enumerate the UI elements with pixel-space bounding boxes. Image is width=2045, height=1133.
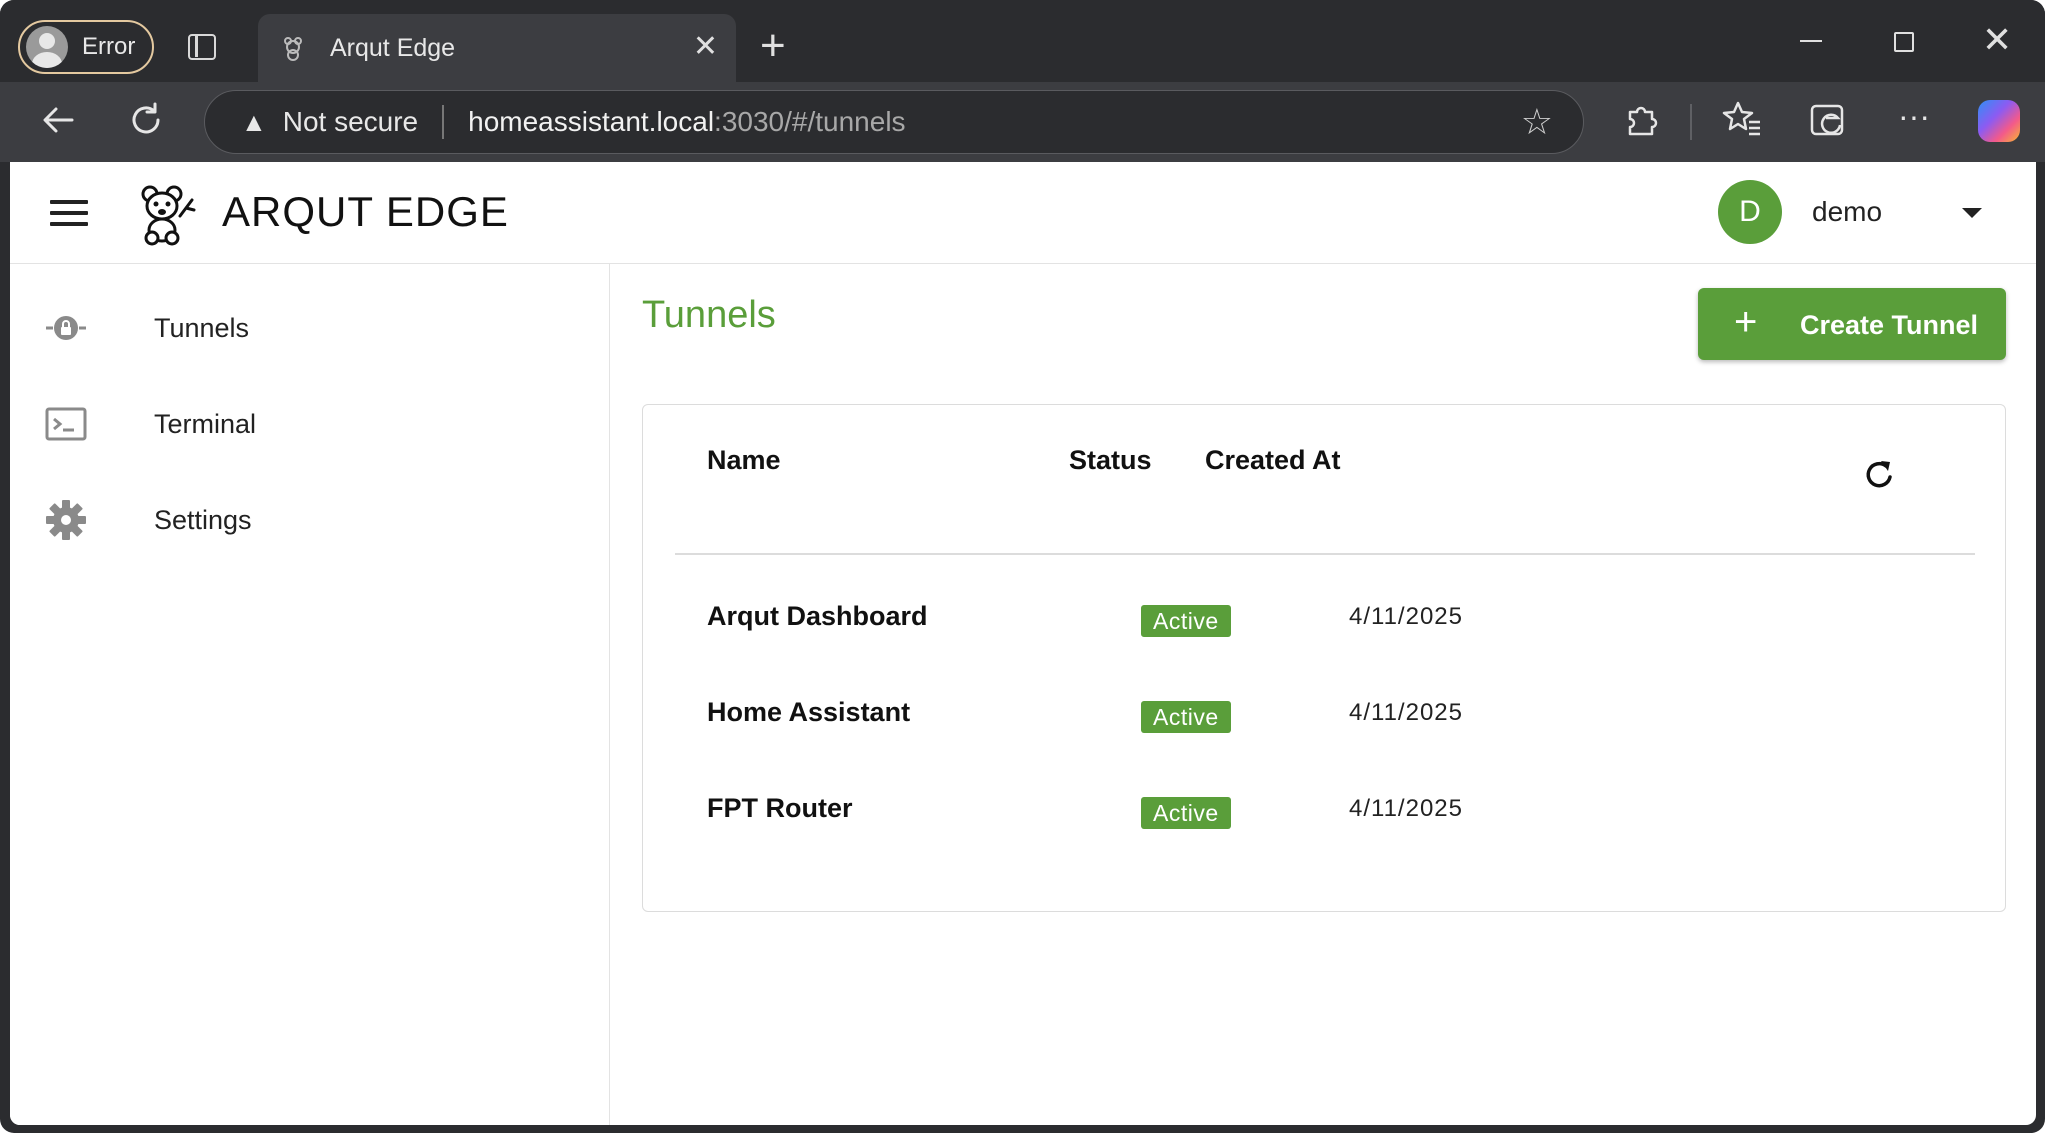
tunnel-name: FPT Router bbox=[707, 793, 853, 823]
back-arrow-icon[interactable] bbox=[38, 100, 78, 148]
column-header-created-at[interactable]: Created At bbox=[1205, 445, 1341, 476]
browser-toolbar: ▲ Not secure homeassistant.local:3030/#/… bbox=[0, 82, 2045, 162]
profile-avatar-icon bbox=[26, 26, 68, 68]
user-menu-caret-icon[interactable] bbox=[1962, 208, 1982, 218]
sidebar-item-label: Settings bbox=[154, 504, 252, 535]
page-title: Tunnels bbox=[642, 294, 776, 336]
url-path: :3030/#/tunnels bbox=[714, 106, 906, 137]
teddy-bear-logo-icon bbox=[134, 182, 198, 246]
sidebar-item-terminal[interactable]: Terminal bbox=[10, 380, 608, 468]
copilot-icon[interactable] bbox=[1978, 100, 2020, 142]
created-date: 4/11/2025 bbox=[1349, 603, 1463, 630]
browser-essentials-icon[interactable] bbox=[1808, 100, 1848, 148]
toolbar-divider bbox=[1690, 104, 1692, 140]
profile-label: Error bbox=[82, 33, 136, 60]
tab-bar: Error Arqut Edge ✕ + ✕ bbox=[0, 0, 2045, 82]
gear-icon bbox=[44, 498, 88, 542]
table-row[interactable]: Arqut Dashboard Active 4/11/2025 bbox=[643, 579, 2007, 659]
minimize-icon[interactable] bbox=[1800, 40, 1822, 42]
window-close-icon[interactable]: ✕ bbox=[1982, 20, 2012, 60]
teddy-bear-favicon-icon bbox=[280, 34, 308, 62]
security-status[interactable]: Not secure bbox=[283, 106, 418, 138]
warning-triangle-icon[interactable]: ▲ bbox=[241, 107, 267, 138]
app-header: ARQUT EDGE D demo bbox=[10, 162, 2036, 264]
sidebar-item-label: Terminal bbox=[154, 408, 257, 439]
web-page: ARQUT EDGE D demo Tunnels Terminal Setti… bbox=[10, 162, 2036, 1125]
new-tab-icon[interactable]: + bbox=[760, 24, 786, 68]
tab-close-icon[interactable]: ✕ bbox=[693, 32, 718, 62]
table-row[interactable]: FPT Router Active 4/11/2025 bbox=[643, 771, 2007, 851]
profile-button[interactable]: Error bbox=[18, 20, 154, 74]
address-separator bbox=[442, 105, 445, 139]
refresh-icon[interactable] bbox=[1859, 455, 1899, 495]
favorites-list-icon[interactable] bbox=[1722, 98, 1762, 146]
column-header-status[interactable]: Status bbox=[1069, 445, 1152, 476]
tunnel-lock-icon bbox=[44, 306, 88, 350]
table-row[interactable]: Home Assistant Active 4/11/2025 bbox=[643, 675, 2007, 755]
browser-tab[interactable]: Arqut Edge ✕ bbox=[258, 14, 736, 82]
sidebar-item-settings[interactable]: Settings bbox=[10, 476, 608, 564]
sidebar-item-label: Tunnels bbox=[154, 312, 250, 343]
terminal-icon bbox=[44, 402, 88, 446]
tunnels-table: Name Status Created At Arqut Dashboard A… bbox=[642, 404, 2006, 912]
menu-hamburger-icon[interactable] bbox=[50, 200, 88, 226]
address-bar[interactable]: ▲ Not secure homeassistant.local:3030/#/… bbox=[204, 90, 1584, 154]
plus-icon: + bbox=[1734, 300, 1758, 344]
sidebar: Tunnels Terminal Settings bbox=[10, 264, 610, 1125]
status-badge: Active bbox=[1141, 701, 1231, 733]
app-brand-title: ARQUT EDGE bbox=[222, 188, 509, 235]
more-options-icon[interactable]: ··· bbox=[1898, 96, 1930, 136]
tab-actions-icon[interactable] bbox=[188, 34, 216, 60]
tab-title: Arqut Edge bbox=[330, 33, 456, 62]
sidebar-item-tunnels[interactable]: Tunnels bbox=[10, 284, 608, 372]
extensions-puzzle-icon[interactable] bbox=[1624, 100, 1660, 148]
column-header-name[interactable]: Name bbox=[707, 445, 781, 476]
url-host: homeassistant.local bbox=[468, 106, 715, 137]
favorite-star-icon[interactable]: ☆ bbox=[1521, 101, 1553, 143]
create-tunnel-button[interactable]: + Create Tunnel bbox=[1698, 288, 2006, 360]
status-badge: Active bbox=[1141, 605, 1231, 637]
reload-icon[interactable] bbox=[126, 100, 166, 148]
main-content: Tunnels + Create Tunnel Name Status Crea… bbox=[610, 264, 2036, 1125]
tunnel-name: Home Assistant bbox=[707, 697, 911, 727]
user-avatar[interactable]: D bbox=[1718, 180, 1782, 244]
header-divider bbox=[675, 553, 1975, 555]
status-badge: Active bbox=[1141, 797, 1231, 829]
created-date: 4/11/2025 bbox=[1349, 795, 1463, 822]
create-tunnel-label: Create Tunnel bbox=[1800, 310, 1979, 340]
browser-window: Error Arqut Edge ✕ + ✕ ▲ Not secure home… bbox=[0, 0, 2045, 1133]
user-name[interactable]: demo bbox=[1812, 196, 1882, 228]
maximize-icon[interactable] bbox=[1894, 32, 1914, 52]
created-date: 4/11/2025 bbox=[1349, 699, 1463, 726]
tunnel-name: Arqut Dashboard bbox=[707, 601, 928, 631]
